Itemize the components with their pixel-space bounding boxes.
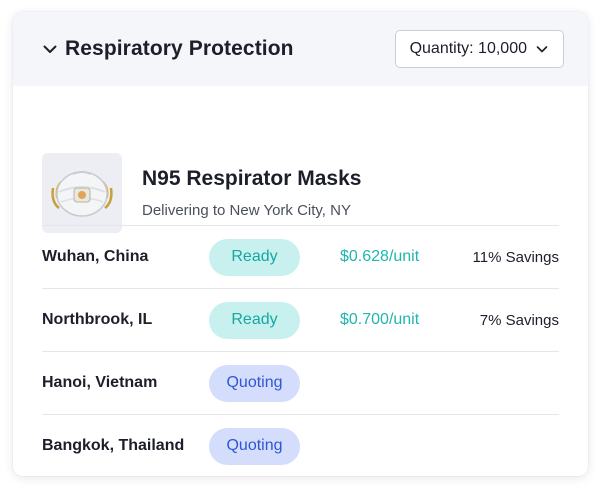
status-badge: Ready [209,238,300,276]
supplier-row[interactable]: Hanoi, Vietnam Quoting [42,351,559,414]
chevron-down-icon[interactable] [41,40,59,58]
product-card: Respiratory Protection Quantity: 10,000 [13,12,588,476]
unit-price: $0.628/unit [340,248,420,265]
card-header: Respiratory Protection Quantity: 10,000 [13,12,588,86]
product-image [42,153,122,233]
supplier-location: Hanoi, Vietnam [42,374,158,391]
delivery-location: Delivering to New York City, NY [142,202,351,219]
supplier-row[interactable]: Wuhan, China Ready $0.628/unit 11% Savin… [42,225,559,288]
quantity-value: Quantity: 10,000 [409,40,527,57]
section-toggle[interactable]: Respiratory Protection [41,37,294,61]
section-title: Respiratory Protection [65,37,294,60]
supplier-row[interactable]: Bangkok, Thailand Quoting [42,414,559,476]
supplier-row[interactable]: Northbrook, IL Ready $0.700/unit 7% Savi… [42,288,559,351]
supplier-location: Bangkok, Thailand [42,437,185,454]
savings-text: 7% Savings [479,311,559,329]
supplier-list: Wuhan, China Ready $0.628/unit 11% Savin… [42,225,559,476]
supplier-location: Northbrook, IL [42,311,153,328]
chevron-down-icon [535,42,549,56]
unit-price: $0.700/unit [340,311,420,328]
quantity-dropdown[interactable]: Quantity: 10,000 [394,30,564,68]
status-badge: Quoting [209,427,300,465]
status-badge: Ready [209,301,300,339]
status-badge: Quoting [209,364,300,402]
respirator-mask-icon [51,171,113,217]
product-name: N95 Respirator Masks [142,167,362,190]
supplier-location: Wuhan, China [42,248,149,265]
savings-text: 11% Savings [472,248,559,266]
